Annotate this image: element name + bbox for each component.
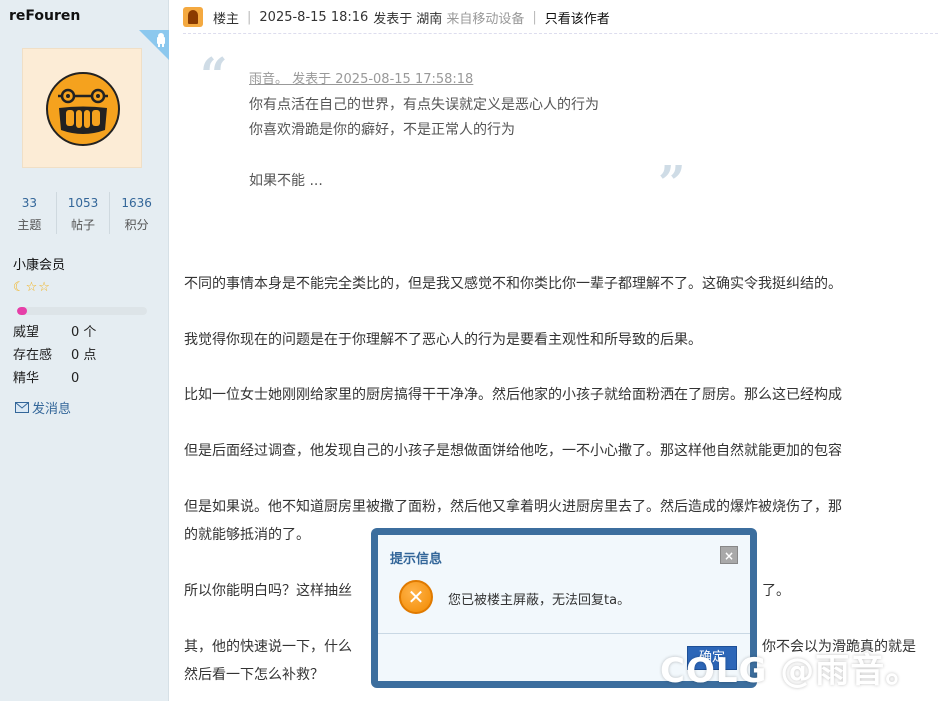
stat-threads-label: 主题 — [17, 218, 42, 232]
stat-threads[interactable]: 33 主题 — [3, 192, 56, 234]
rank-stars-icon: ☾☆☆ — [13, 280, 51, 295]
exp-progress-bar — [17, 307, 147, 315]
post-paragraph: 了。 — [762, 583, 790, 599]
prop-value: 0 个 — [71, 325, 97, 340]
prop-row: 精华 0 — [13, 369, 96, 392]
post-paragraph: 的就能够抵消的了。 — [184, 527, 310, 543]
dialog-message: 您已被楼主屏蔽，无法回复ta。 — [448, 593, 631, 608]
quote-close-icon: ” — [658, 156, 686, 212]
post-device: 来自移动设备 — [446, 11, 525, 27]
dialog-divider — [378, 633, 750, 634]
post-datetime: 2025-8-15 18:16 — [259, 9, 369, 25]
prop-row: 存在感 0 点 — [13, 346, 96, 369]
stat-threads-value: 33 — [21, 196, 37, 210]
quote-line: 你有点活在自己的世界，有点失误就定义是恶心人的行为 — [249, 97, 599, 113]
post-paragraph: 但是后面经过调查，他发现自己的小孩子是想做面饼给他吃，一不小心撒了。那这样他自然… — [184, 443, 842, 459]
stat-posts[interactable]: 1053 帖子 — [55, 192, 110, 234]
prop-key: 威望 — [13, 325, 40, 340]
android-icon — [139, 30, 169, 60]
post-header: 楼主 | 2025-8-15 18:16 发表于 湖南 来自移动设备 | 只看该… — [183, 5, 610, 29]
stat-points-label: 积分 — [124, 218, 149, 232]
exp-progress-fill — [17, 307, 28, 315]
post-paragraph: 不同的事情本身是不能完全类比的，但是我又感觉不和你类比你一辈子都理解不了。这确实… — [184, 276, 842, 292]
role-label: 楼主 — [213, 11, 240, 27]
prop-key: 精华 — [13, 371, 40, 386]
separator: | — [532, 9, 537, 25]
separator: | — [247, 9, 252, 25]
post-paragraph: 然后看一下怎么补救？ — [184, 667, 324, 683]
user-props: 威望 0 个 存在感 0 点 精华 0 — [13, 323, 96, 392]
avatar[interactable] — [22, 48, 142, 168]
envelope-icon — [15, 402, 29, 413]
thread-starter-icon — [183, 7, 203, 27]
post-paragraph: 我觉得你现在的问题是在于你理解不了恶心人的行为是要看主观性和所导致的后果。 — [184, 332, 702, 348]
quote-open-icon: “ — [200, 48, 228, 104]
post-location: 湖南 — [416, 11, 443, 27]
send-message-link[interactable]: 发消息 — [15, 398, 71, 417]
post-paragraph: 其，他的快速说一下，什么 — [184, 639, 352, 655]
only-author-link[interactable]: 只看该作者 — [545, 8, 610, 27]
user-group[interactable]: 小康会员 — [13, 254, 65, 273]
posted-at-label: 发表于 — [373, 11, 413, 27]
user-sidebar: reFouren 33 主题 1053 帖子 1636 积分 小康会员 ☾☆☆ … — [0, 0, 169, 701]
quote-source-link[interactable]: 雨音。 发表于 2025-08-15 17:58:18 — [249, 68, 473, 87]
stat-posts-label: 帖子 — [71, 218, 96, 232]
user-stats: 33 主题 1053 帖子 1636 积分 — [3, 192, 163, 234]
error-icon: ✕ — [399, 580, 433, 614]
prop-value: 0 — [71, 371, 80, 386]
close-icon[interactable]: × — [720, 546, 738, 564]
watermark: COLG @雨音。 — [660, 651, 921, 691]
header-divider — [183, 33, 938, 34]
quote-line: 你喜欢滑跪是你的癖好，不是正常人的行为 — [249, 122, 515, 138]
stat-points-value: 1636 — [121, 196, 152, 210]
stat-points[interactable]: 1636 积分 — [109, 192, 163, 234]
send-message-label: 发消息 — [32, 402, 72, 417]
post-paragraph: 所以你能明白吗？这样抽丝 — [184, 583, 352, 599]
username[interactable]: reFouren — [9, 8, 80, 24]
avatar-face-icon — [46, 72, 120, 146]
stat-posts-value: 1053 — [67, 196, 99, 210]
post-paragraph: 比如一位女士她刚刚给家里的厨房搞得干干净净。然后他家的小孩子就给面粉洒在了厨房。… — [184, 387, 842, 403]
post-paragraph: 但是如果说。他不知道厨房里被撒了面粉，然后他又拿着明火进厨房里去了。然后造成的爆… — [184, 499, 842, 515]
quote-line: 如果不能 ... — [249, 173, 323, 189]
dialog-title: 提示信息 — [390, 552, 443, 567]
prop-row: 威望 0 个 — [13, 323, 96, 346]
prop-key: 存在感 — [13, 348, 53, 363]
prop-value: 0 点 — [71, 348, 97, 363]
